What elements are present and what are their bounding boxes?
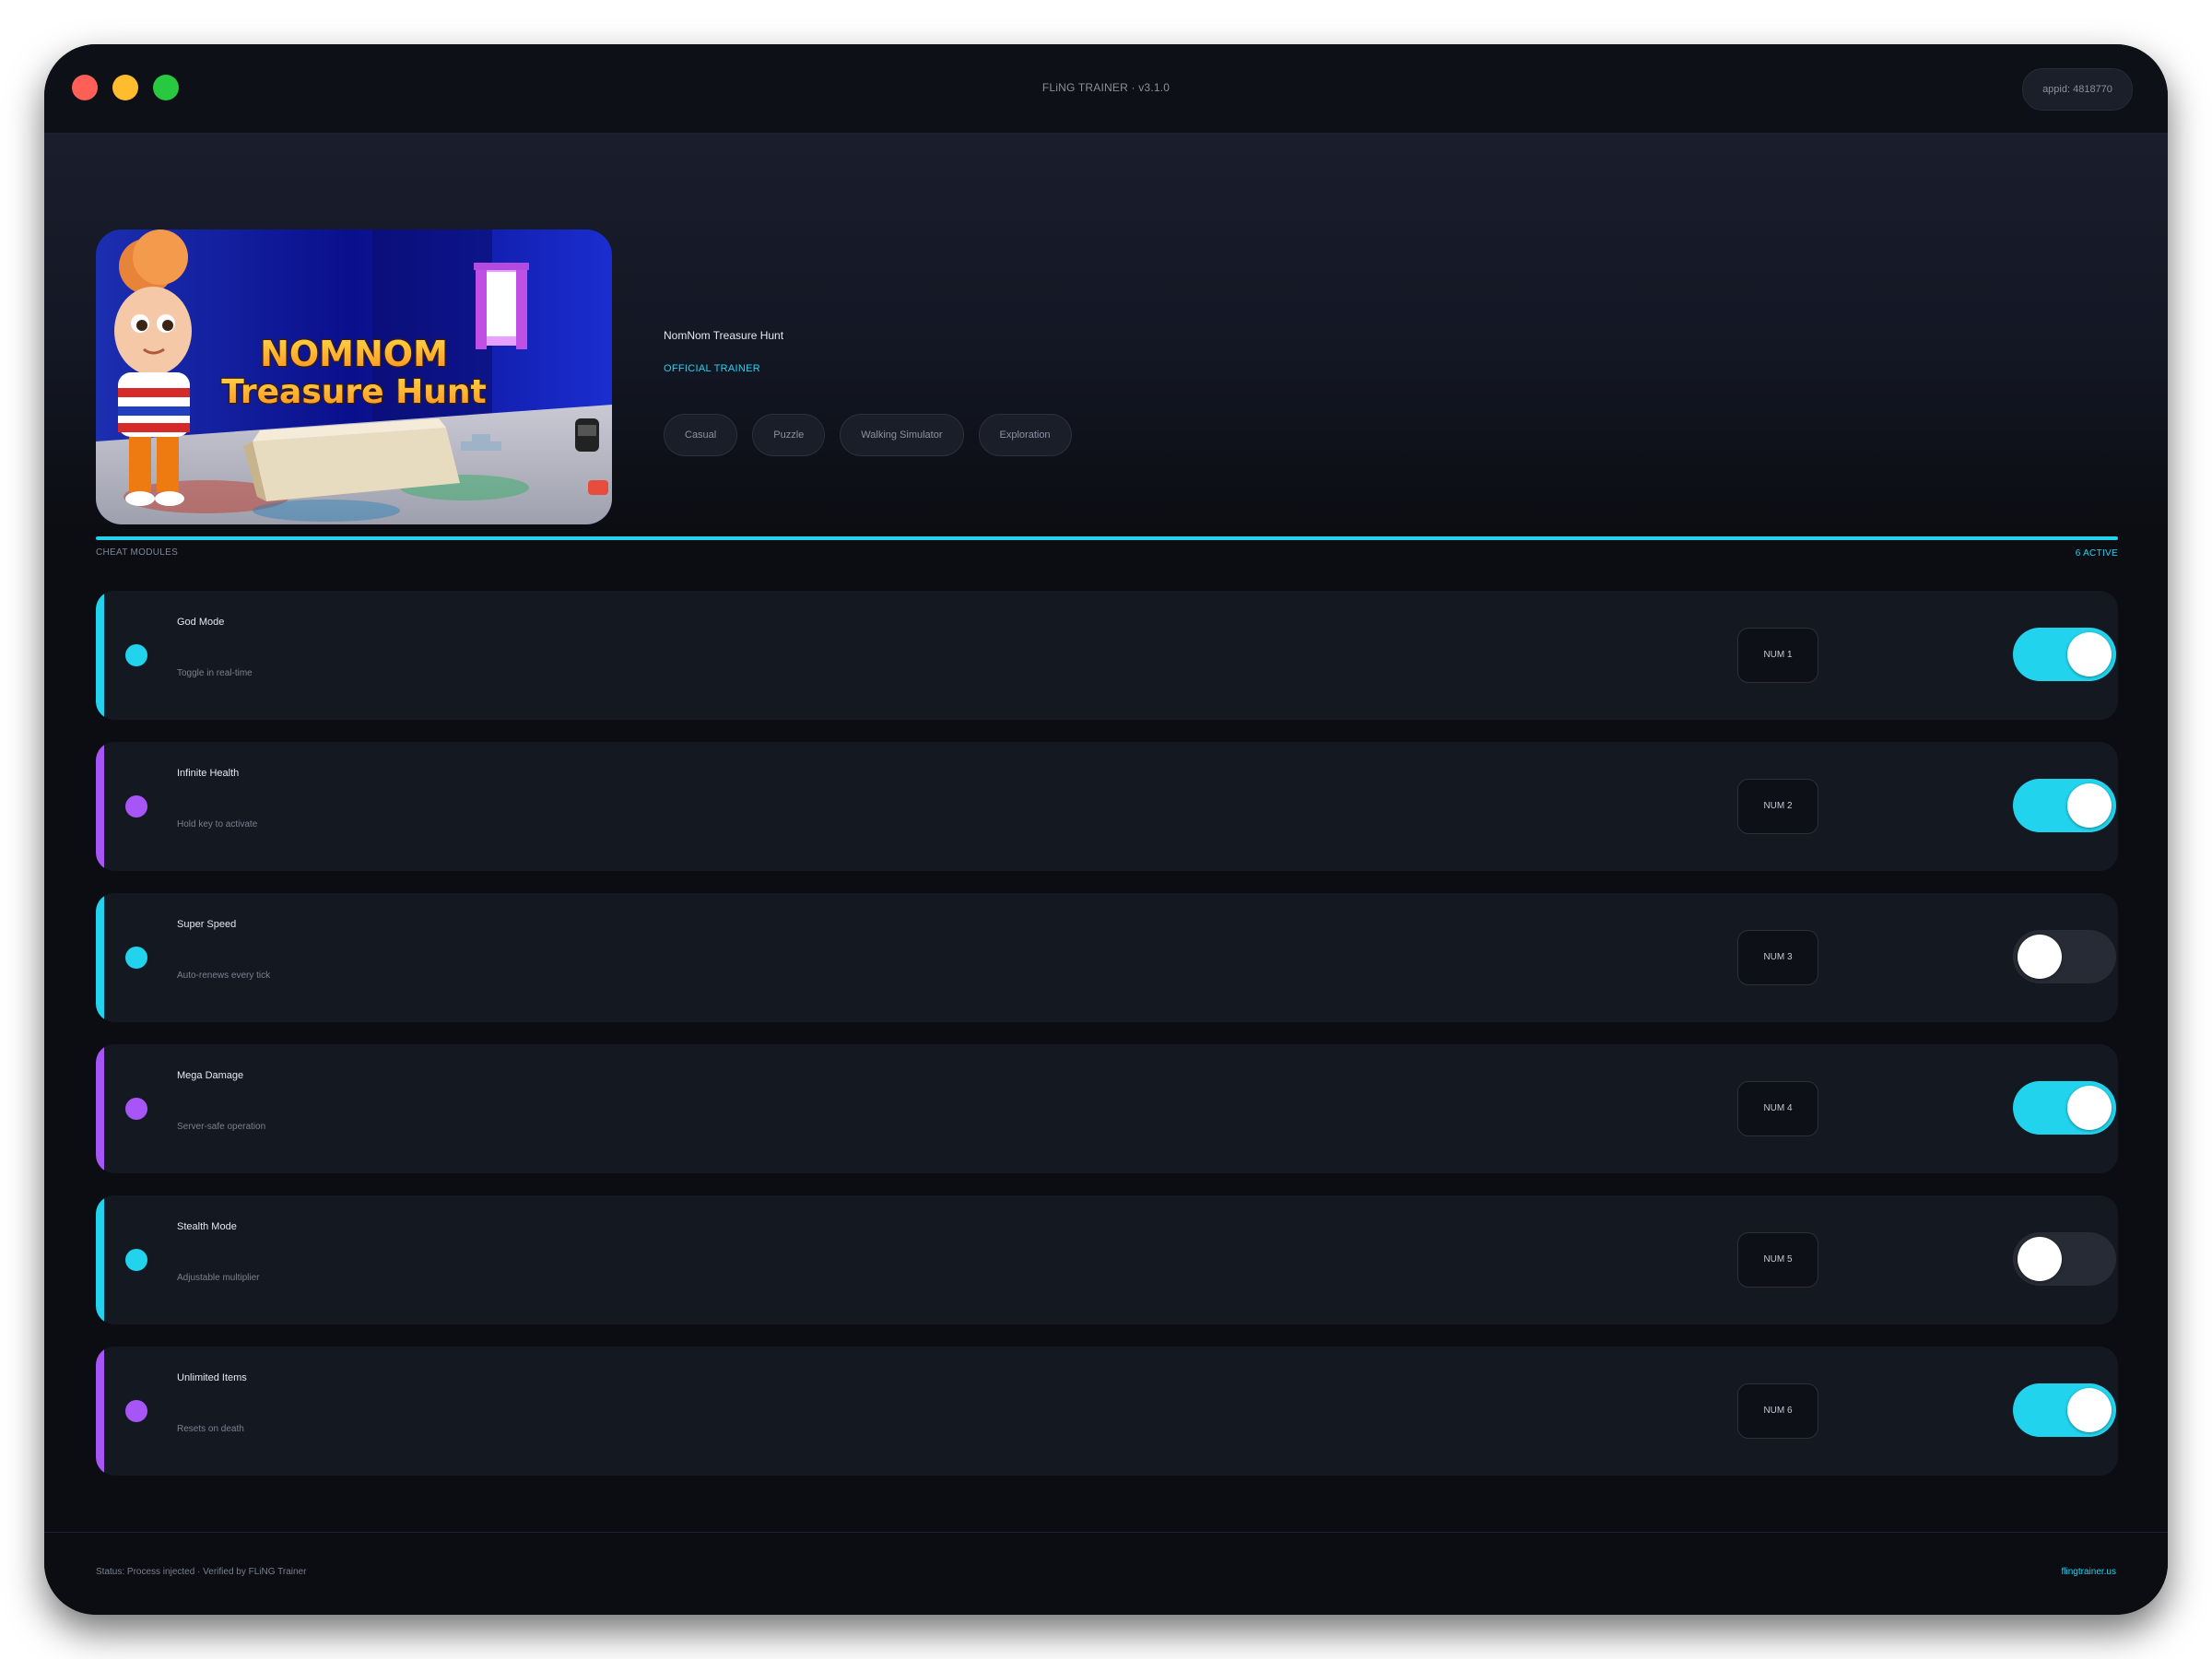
footer-website-link[interactable]: flingtrainer.us <box>2062 1567 2116 1577</box>
status-dot-icon <box>125 644 147 666</box>
game-title: NomNom Treasure Hunt <box>664 329 784 342</box>
cheat-module-infinite-health: Infinite Health Hold key to activate NUM… <box>96 742 2118 871</box>
toggle-knob <box>2067 783 2112 828</box>
hotkey-button[interactable]: NUM 6 <box>1737 1383 1818 1439</box>
cover-title-line1: NOMNOM <box>260 334 448 374</box>
module-toggle[interactable] <box>2013 1383 2116 1437</box>
game-header: NOMNOM Treasure Hunt NomNom Treasure Hun… <box>44 134 2168 530</box>
hotkey-button[interactable]: NUM 3 <box>1737 930 1818 985</box>
status-dot-icon <box>125 1249 147 1271</box>
toggle-knob <box>2067 1086 2112 1130</box>
official-trainer-badge: OFFICIAL TRAINER <box>664 363 761 374</box>
status-dot-icon <box>125 1400 147 1422</box>
tag-puzzle[interactable]: Puzzle <box>752 414 826 456</box>
toggle-knob <box>2018 1237 2062 1281</box>
status-dot-icon <box>125 1098 147 1120</box>
module-name: Infinite Health <box>177 768 240 779</box>
title-bar: FLiNG TRAINER · v3.1.0 appid: 4818770 <box>44 44 2168 134</box>
module-name: Stealth Mode <box>177 1221 237 1232</box>
module-accent-bar <box>96 893 104 1022</box>
module-toggle[interactable] <box>2013 1081 2116 1135</box>
module-description: Resets on death <box>177 1424 244 1434</box>
cheat-module-god-mode: God Mode Toggle in real-time NUM 1 <box>96 591 2118 720</box>
footer-status-text: Status: Process injected · Verified by F… <box>96 1567 307 1577</box>
module-accent-bar <box>96 1347 104 1476</box>
module-name: Mega Damage <box>177 1070 244 1081</box>
toggle-knob <box>2067 632 2112 677</box>
appid-badge: appid: 4818770 <box>2022 68 2133 111</box>
module-description: Hold key to activate <box>177 819 258 830</box>
module-accent-bar <box>96 742 104 871</box>
status-footer: Status: Process injected · Verified by F… <box>44 1532 2168 1615</box>
cheat-module-stealth-mode: Stealth Mode Adjustable multiplier NUM 5 <box>96 1195 2118 1324</box>
module-description: Toggle in real-time <box>177 668 253 678</box>
toggle-knob <box>2018 935 2062 979</box>
module-toggle[interactable] <box>2013 1232 2116 1286</box>
status-dot-icon <box>125 795 147 818</box>
trainer-window: FLiNG TRAINER · v3.1.0 appid: 4818770 NO… <box>44 44 2168 1615</box>
module-accent-bar <box>96 1044 104 1173</box>
cheat-module-list: God Mode Toggle in real-time NUM 1 Infin… <box>96 591 2118 1498</box>
hotkey-button[interactable]: NUM 2 <box>1737 779 1818 834</box>
module-description: Adjustable multiplier <box>177 1273 260 1283</box>
cheat-module-super-speed: Super Speed Auto-renews every tick NUM 3 <box>96 893 2118 1022</box>
module-toggle[interactable] <box>2013 930 2116 983</box>
tag-walking-simulator[interactable]: Walking Simulator <box>840 414 964 456</box>
cover-title-line2: Treasure Hunt <box>221 373 486 411</box>
toggle-knob <box>2067 1388 2112 1432</box>
hotkey-button[interactable]: NUM 5 <box>1737 1232 1818 1288</box>
hotkey-button[interactable]: NUM 1 <box>1737 628 1818 683</box>
module-toggle[interactable] <box>2013 628 2116 681</box>
window-title: FLiNG TRAINER · v3.1.0 <box>1041 81 1171 94</box>
cheat-module-mega-damage: Mega Damage Server-safe operation NUM 4 <box>96 1044 2118 1173</box>
module-accent-bar <box>96 591 104 720</box>
module-accent-bar <box>96 1195 104 1324</box>
tag-casual[interactable]: Casual <box>664 414 738 456</box>
module-description: Server-safe operation <box>177 1122 266 1132</box>
cheat-module-unlimited-items: Unlimited Items Resets on death NUM 6 <box>96 1347 2118 1476</box>
active-count: 6 ACTIVE <box>2075 548 2118 559</box>
hotkey-button[interactable]: NUM 4 <box>1737 1081 1818 1136</box>
tag-exploration[interactable]: Exploration <box>978 414 1072 456</box>
section-label: CHEAT MODULES <box>96 547 179 558</box>
module-name: God Mode <box>177 617 225 628</box>
module-description: Auto-renews every tick <box>177 971 271 981</box>
module-name: Super Speed <box>177 919 237 930</box>
status-dot-icon <box>125 947 147 969</box>
game-cover-image: NOMNOM Treasure Hunt <box>96 229 612 524</box>
module-toggle[interactable] <box>2013 779 2116 832</box>
section-divider <box>96 536 2118 540</box>
genre-tags: Casual Puzzle Walking Simulator Explorat… <box>664 414 1072 456</box>
module-name: Unlimited Items <box>177 1372 247 1383</box>
